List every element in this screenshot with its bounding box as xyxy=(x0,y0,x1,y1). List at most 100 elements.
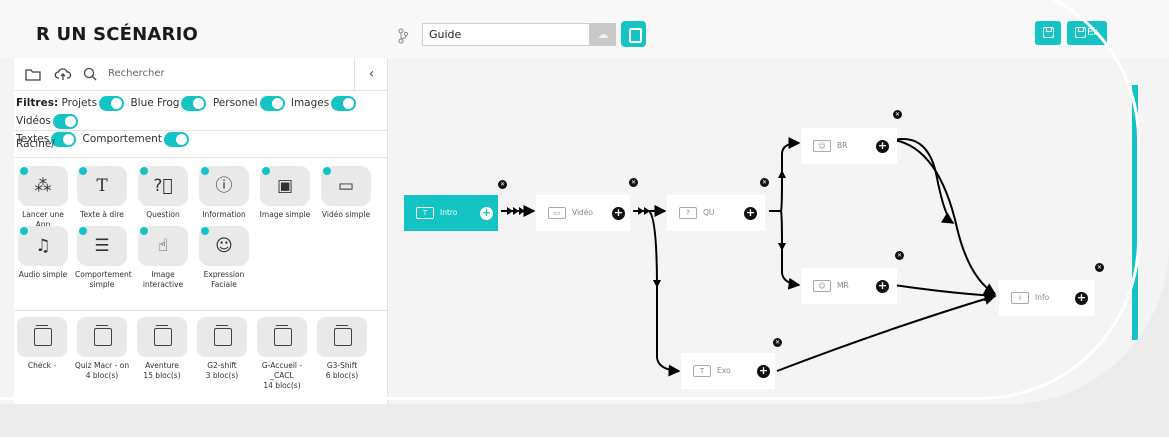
block-label: Information xyxy=(202,210,246,219)
add-connection-button[interactable]: + xyxy=(1075,292,1088,305)
project-count: 15 bloc(s) xyxy=(143,371,181,380)
info-icon: i xyxy=(1011,292,1029,304)
search-input[interactable]: Rechercher xyxy=(108,68,165,79)
smiley-icon: ☺ xyxy=(813,140,831,152)
delete-node-button[interactable]: ✕ xyxy=(773,338,782,347)
stage: R UN SCÉNARIO ☁ Er Rechercher ‹ Filtres:… xyxy=(0,0,1169,437)
collapse-panel-button[interactable]: ‹ xyxy=(354,58,388,91)
save-as-button[interactable]: Er xyxy=(1067,21,1107,45)
block-label: Vidéo simple xyxy=(321,210,371,219)
question-icon: ? xyxy=(679,207,697,219)
badge-dot xyxy=(79,227,87,235)
block-library-panel: Rechercher ‹ Filtres: Projets Blue Frog … xyxy=(14,58,388,404)
branch-icon[interactable] xyxy=(398,28,408,44)
node-label: MR xyxy=(837,281,849,290)
project-name: G-Accueil - _CACL xyxy=(261,361,303,380)
delete-node-button[interactable]: ✕ xyxy=(1095,263,1104,272)
project-card[interactable]: Check - xyxy=(12,317,72,371)
copy-button[interactable] xyxy=(621,21,646,47)
video-icon: ▭ xyxy=(548,207,566,219)
delete-node-button[interactable]: ✕ xyxy=(895,251,904,260)
cloud-upload-button[interactable]: ☁ xyxy=(590,23,616,46)
node-mr[interactable]: ☺ MR + xyxy=(801,268,897,304)
block-image-interactive[interactable]: ☝ Image interactive xyxy=(136,226,190,290)
block-image-simple[interactable]: ▣ Image simple xyxy=(258,166,312,220)
project-name: Check - xyxy=(27,361,57,370)
toggle-projets[interactable] xyxy=(99,95,125,111)
add-connection-button[interactable]: + xyxy=(876,280,889,293)
project-name: G2-shift xyxy=(207,361,237,370)
add-connection-button[interactable]: + xyxy=(757,365,770,378)
sliders-icon: ☰ xyxy=(94,236,110,256)
right-panel-edge xyxy=(1132,85,1138,340)
node-label: QU xyxy=(703,208,715,217)
scenario-canvas[interactable]: T Intro + ✕ ▭ Vidéo + ✕ ? QU + ✕ ☺ BR + xyxy=(389,58,1134,404)
badge-dot xyxy=(262,167,270,175)
block-label: Expression Faciale xyxy=(203,270,245,289)
cloud-icon: ☁ xyxy=(597,28,609,41)
stack-icon xyxy=(137,317,187,357)
node-qu[interactable]: ? QU + xyxy=(667,195,765,231)
block-question[interactable]: ?⃝ Question xyxy=(136,166,190,220)
badge-dot xyxy=(201,167,209,175)
block-grid: ⁂ Lancer une App T Texte à dire ?⃝ Question… xyxy=(14,158,388,308)
block-expression-faciale[interactable]: ☺ Expression Faciale xyxy=(197,226,251,290)
toggle-videos[interactable] xyxy=(52,113,78,129)
folder-icon[interactable] xyxy=(24,66,42,82)
node-intro[interactable]: T Intro + xyxy=(404,195,498,231)
project-card[interactable]: G2-shift 3 bloc(s) xyxy=(192,317,252,381)
add-connection-button[interactable]: + xyxy=(876,140,889,153)
badge-dot xyxy=(140,227,148,235)
toggle-images[interactable] xyxy=(331,95,357,111)
node-label: Info xyxy=(1035,293,1050,302)
add-connection-button[interactable]: + xyxy=(480,207,493,220)
project-count: 14 bloc(s) xyxy=(263,381,301,390)
block-label: Comportement simple xyxy=(75,270,132,289)
project-card[interactable]: Quiz Macr - on 4 bloc(s) xyxy=(72,317,132,381)
delete-node-button[interactable]: ✕ xyxy=(893,110,902,119)
node-info[interactable]: i Info + xyxy=(999,280,1095,316)
delete-node-button[interactable]: ✕ xyxy=(629,178,638,187)
library-toolbar: Rechercher ‹ xyxy=(14,58,388,91)
filter-label-videos: Vidéos xyxy=(16,115,51,127)
block-information[interactable]: ⓘ Information xyxy=(197,166,251,220)
block-video-simple[interactable]: ▭ Vidéo simple xyxy=(319,166,373,220)
badge-dot xyxy=(323,167,331,175)
badge-dot xyxy=(20,227,28,235)
project-card[interactable]: G-Accueil - _CACL 14 bloc(s) xyxy=(252,317,312,391)
text-icon: T xyxy=(416,207,434,219)
block-audio-simple[interactable]: ♫ Audio simple xyxy=(16,226,70,280)
project-count: 3 bloc(s) xyxy=(205,371,239,380)
block-label: Question xyxy=(146,210,180,219)
smiley-icon: ☺ xyxy=(813,280,831,292)
breadcrumb[interactable]: Racine/ xyxy=(14,130,388,158)
delete-node-button[interactable]: ✕ xyxy=(760,178,769,187)
node-br[interactable]: ☺ BR + xyxy=(801,128,897,164)
block-texte-a-dire[interactable]: T Texte à dire xyxy=(75,166,129,220)
project-name-input[interactable] xyxy=(422,23,590,46)
block-lancer-app[interactable]: ⁂ Lancer une App xyxy=(16,166,70,230)
smiley-icon: ☺ xyxy=(215,236,233,256)
search-icon[interactable] xyxy=(82,66,100,82)
save-button[interactable] xyxy=(1035,21,1061,45)
node-label: BR xyxy=(837,141,848,150)
block-comportement-simple[interactable]: ☰ Comportement simple xyxy=(75,226,132,290)
node-exo[interactable]: T Exo + xyxy=(681,353,775,389)
toggle-personel[interactable] xyxy=(259,95,285,111)
delete-node-button[interactable]: ✕ xyxy=(498,180,507,189)
top-bar: R UN SCÉNARIO ☁ Er xyxy=(0,0,1169,58)
project-card[interactable]: G3-Shift 6 bloc(s) xyxy=(312,317,372,381)
add-connection-button[interactable]: + xyxy=(744,207,757,220)
project-count: 4 bloc(s) xyxy=(85,371,119,380)
cloud-upload-icon[interactable] xyxy=(54,66,72,82)
project-name: Aventure xyxy=(145,361,179,370)
node-label: Exo xyxy=(717,366,731,375)
project-card[interactable]: Aventure 15 bloc(s) xyxy=(132,317,192,381)
stack-icon xyxy=(17,317,67,357)
node-video[interactable]: ▭ Vidéo + xyxy=(536,195,630,231)
video-icon: ▭ xyxy=(337,176,355,196)
badge-dot xyxy=(140,167,148,175)
add-connection-button[interactable]: + xyxy=(612,207,625,220)
stack-icon xyxy=(197,317,247,357)
toggle-bluefrog[interactable] xyxy=(181,95,207,111)
